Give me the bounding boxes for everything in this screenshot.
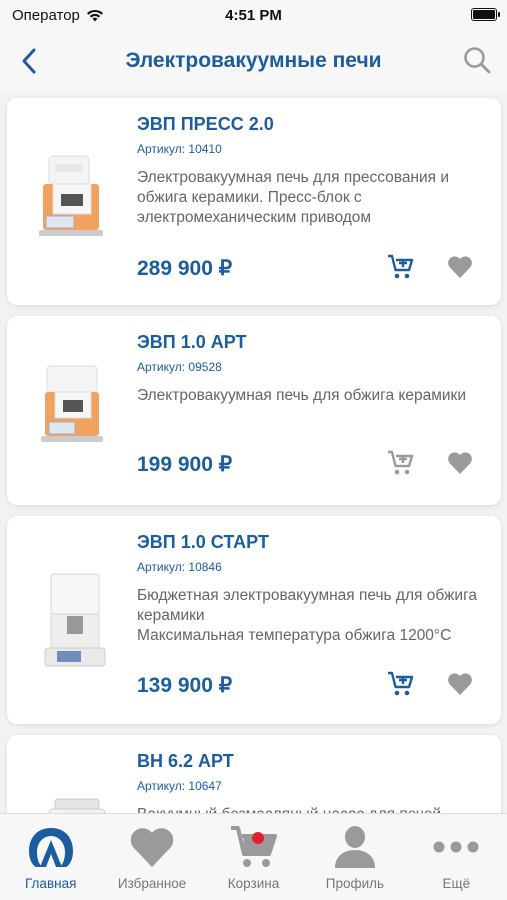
add-to-cart-button[interactable] (386, 252, 416, 282)
product-image (27, 568, 127, 672)
cart-add-icon (388, 254, 414, 279)
product-description: Вакуумный безмасляный насос для печей (137, 805, 492, 813)
home-logo-icon (23, 822, 79, 872)
cart-icon (226, 822, 282, 872)
product-sku: Артикул: 10647 (137, 779, 222, 793)
product-name[interactable]: ВН 6.2 АРТ (137, 751, 234, 772)
tab-label: Избранное (117, 876, 187, 891)
heart-icon (448, 256, 472, 278)
wifi-icon (86, 9, 103, 21)
product-card[interactable]: ЭВП ПРЕСС 2.0 Артикул: 10410 Электроваку… (7, 98, 501, 305)
product-image (27, 150, 127, 250)
product-name[interactable]: ЭВП ПРЕСС 2.0 (137, 114, 274, 135)
profile-icon (327, 822, 383, 872)
product-price: 289 900 ₽ (137, 257, 233, 280)
product-description: Бюджетная электровакуумная печь для обжи… (137, 587, 478, 644)
cart-add-icon (388, 671, 414, 696)
search-icon (464, 47, 491, 74)
tab-label: Ещё (442, 876, 471, 891)
carrier-group: Оператор (12, 7, 104, 24)
favorite-button[interactable] (445, 252, 475, 282)
product-card[interactable]: ЭВП 1.0 АРТ Артикул: 09528 Электровакуум… (7, 316, 501, 505)
product-card[interactable]: ЭВП 1.0 СТАРТ Артикул: 10846 Бюджетная э… (7, 516, 501, 724)
chevron-left-icon (22, 48, 36, 74)
tab-label: Корзина (227, 876, 280, 891)
product-sku: Артикул: 10846 (137, 560, 222, 574)
favorite-button[interactable] (445, 669, 475, 699)
tab-label: Главная (25, 876, 77, 891)
tab-cart[interactable]: Корзина (203, 814, 304, 900)
more-icon (428, 822, 484, 872)
tab-profile[interactable]: Профиль (304, 814, 405, 900)
status-bar: Оператор 4:51 PM (0, 0, 507, 30)
product-image (27, 358, 127, 458)
tab-more[interactable]: Ещё (406, 814, 507, 900)
navigation-bar: Электровакуумные печи (0, 30, 507, 92)
add-to-cart-button[interactable] (386, 669, 416, 699)
heart-icon (448, 673, 472, 695)
battery-icon (471, 8, 500, 21)
page-title: Электровакуумные печи (125, 49, 382, 72)
heart-icon (448, 452, 472, 474)
product-image (27, 793, 127, 813)
tab-bar: Главная Избранное Корзина Профиль Ещё (0, 813, 507, 900)
product-sku: Артикул: 10410 (137, 142, 222, 156)
battery-fill (473, 10, 495, 19)
cart-badge (251, 832, 264, 844)
product-card[interactable]: ВН 6.2 АРТ Артикул: 10647 Вакуумный безм… (7, 735, 501, 813)
product-list[interactable]: ЭВП ПРЕСС 2.0 Артикул: 10410 Электроваку… (0, 92, 507, 813)
product-price: 199 900 ₽ (137, 453, 233, 476)
cart-add-icon (388, 450, 414, 475)
back-button[interactable] (14, 46, 44, 76)
tab-home[interactable]: Главная (0, 814, 101, 900)
product-description: Электровакуумная печь для обжига керамик… (137, 387, 466, 404)
carrier-label: Оператор (12, 6, 80, 24)
product-description: Электровакуумная печь для прессования и … (137, 169, 450, 226)
search-button[interactable] (461, 44, 493, 76)
add-to-cart-button[interactable] (386, 448, 416, 478)
favorite-button[interactable] (445, 448, 475, 478)
tab-label: Профиль (325, 876, 385, 891)
product-sku: Артикул: 09528 (137, 360, 222, 374)
tab-favorites[interactable]: Избранное (101, 814, 202, 900)
heart-icon (124, 822, 180, 872)
product-name[interactable]: ЭВП 1.0 СТАРТ (137, 532, 269, 553)
product-name[interactable]: ЭВП 1.0 АРТ (137, 332, 247, 353)
product-price: 139 900 ₽ (137, 674, 233, 697)
